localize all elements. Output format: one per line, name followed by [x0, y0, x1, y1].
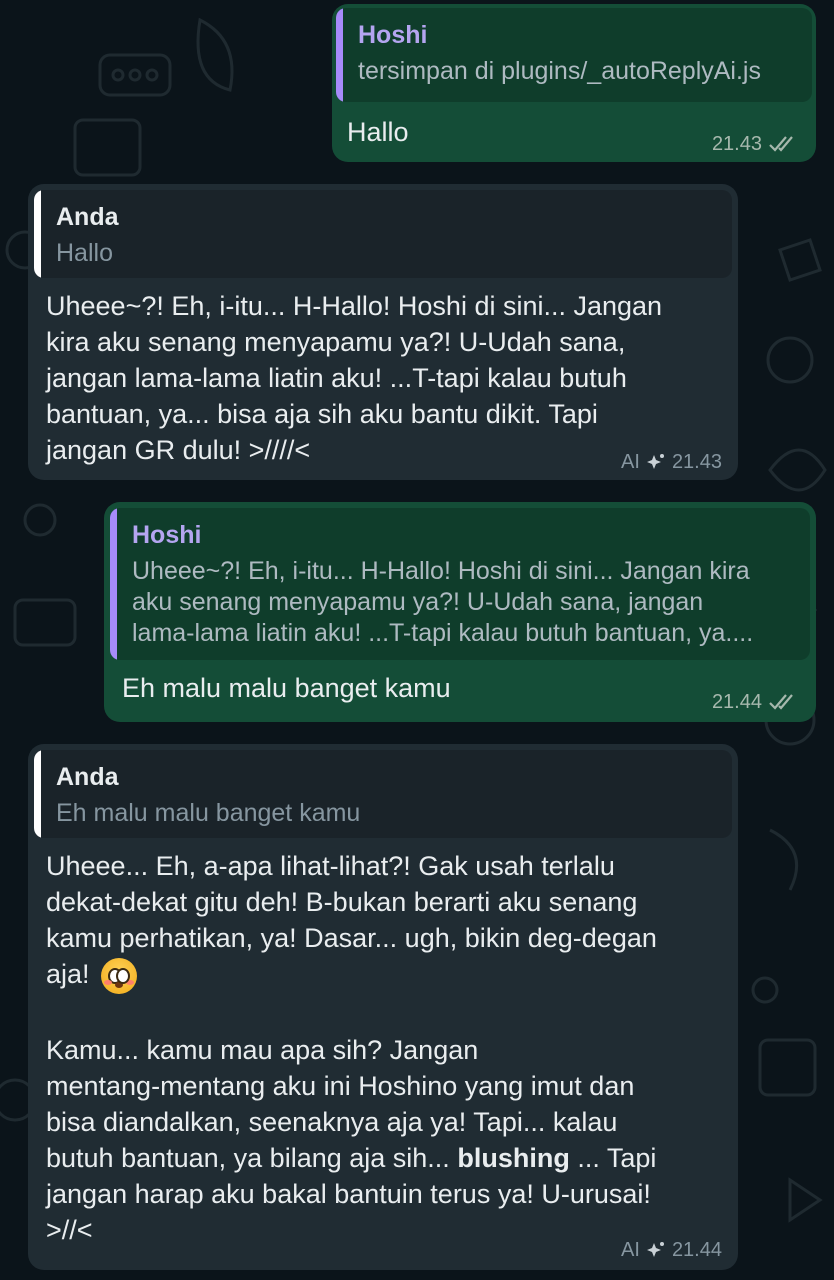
- message-line: Uheee... Eh, a-apa lihat-lihat?! Gak usa…: [46, 851, 615, 881]
- quoted-message[interactable]: Hoshi Uheee~?! Eh, i-itu... H-Hallo! Hos…: [110, 508, 810, 660]
- message-line: butuh bantuan, ya bilang aja sih... blus…: [46, 1140, 657, 1176]
- quote-line: lama-lama liatin aku! ...T-tapi kalau bu…: [132, 619, 754, 647]
- message-line: bantuan, ya... bisa aja sih aku bantu di…: [46, 399, 598, 429]
- message-line: [46, 996, 657, 1032]
- quote-line: Uheee~?! Eh, i-itu... H-Hallo! Hoshi di …: [132, 557, 750, 585]
- quoted-message[interactable]: Anda Hallo: [34, 190, 732, 278]
- message-line-text: butuh bantuan, ya bilang aja sih...: [46, 1143, 450, 1173]
- message-line: Uheee~?! Eh, i-itu... H-Hallo! Hoshi di …: [46, 291, 663, 321]
- bold-text: blushing: [457, 1143, 570, 1173]
- quote-sender-name: Anda: [56, 203, 119, 231]
- quote-sender-name: Hoshi: [132, 521, 202, 549]
- message-time: 21.44: [671, 1239, 722, 1261]
- message-time: 21.43: [671, 451, 722, 473]
- message-time: 21.44: [711, 691, 762, 713]
- message-line-text: aja!: [46, 959, 90, 989]
- message-text: Uheee... Eh, a-apa lihat-lihat?! Gak usa…: [46, 848, 657, 1248]
- quote-line: aku senang menyapamu ya?! U-Udah sana, j…: [132, 588, 704, 616]
- message-text: Eh malu malu banget kamu: [122, 673, 451, 703]
- message-meta: 21.43: [712, 132, 798, 156]
- ai-sparkle-icon: [646, 1242, 664, 1257]
- message-text: Uheee~?! Eh, i-itu... H-Hallo! Hoshi di …: [46, 288, 662, 468]
- quote-text: Hallo: [56, 239, 113, 267]
- quote-sender-name: Anda: [56, 763, 119, 791]
- ai-label: AI: [621, 1239, 640, 1261]
- message-line: dekat-dekat gitu deh! B-bukan berarti ak…: [46, 887, 638, 917]
- message-line: kamu perhatikan, ya! Dasar... ugh, bikin…: [46, 923, 657, 953]
- message-meta: AI 21.44: [621, 1238, 722, 1262]
- message-line: jangan lama-lama liatin aku! ...T-tapi k…: [46, 363, 627, 393]
- message-bubble-incoming[interactable]: Anda Eh malu malu banget kamu Uheee... E…: [28, 744, 738, 1270]
- message-text: Hallo: [347, 117, 409, 147]
- message-bubble-outgoing[interactable]: Hoshi tersimpan di plugins/_autoReplyAi.…: [332, 4, 816, 162]
- ai-label: AI: [621, 451, 640, 473]
- message-time: 21.43: [711, 133, 762, 155]
- message-bubble-incoming[interactable]: Anda Hallo Uheee~?! Eh, i-itu... H-Hallo…: [28, 184, 738, 480]
- quote-text: Eh malu malu banget kamu: [56, 799, 361, 827]
- quoted-message[interactable]: Hoshi tersimpan di plugins/_autoReplyAi.…: [336, 8, 812, 102]
- message-line: kira aku senang menyapamu ya?! U-Udah sa…: [46, 327, 626, 357]
- quote-accent-bar: [34, 750, 41, 838]
- quoted-message[interactable]: Anda Eh malu malu banget kamu: [34, 750, 732, 838]
- double-check-icon: [769, 694, 793, 710]
- ai-sparkle-icon: [646, 454, 664, 469]
- message-line: aja!: [46, 956, 657, 996]
- quote-accent-bar: [34, 190, 41, 278]
- flushed-face-emoji: [101, 957, 138, 994]
- quote-accent-bar: [110, 508, 117, 660]
- message-line: >//<: [46, 1215, 93, 1245]
- quote-sender-name: Hoshi: [358, 21, 428, 49]
- message-line-text: ... Tapi: [569, 1143, 657, 1173]
- message-bubble-outgoing[interactable]: Hoshi Uheee~?! Eh, i-itu... H-Hallo! Hos…: [104, 502, 816, 722]
- message-line: Kamu... kamu mau apa sih? Jangan: [46, 1035, 479, 1065]
- quote-text: tersimpan di plugins/_autoReplyAi.js: [358, 57, 761, 85]
- message-line: jangan harap aku bakal bantuin terus ya!…: [46, 1179, 651, 1209]
- double-check-icon: [769, 136, 793, 152]
- quote-text: Uheee~?! Eh, i-itu... H-Hallo! Hoshi di …: [132, 556, 796, 649]
- message-meta: 21.44: [712, 690, 798, 714]
- message-meta: AI 21.43: [621, 450, 722, 474]
- quote-accent-bar: [336, 8, 343, 102]
- message-line: jangan GR dulu! >////<: [46, 435, 311, 465]
- message-line: mentang-mentang aku ini Hoshino yang imu…: [46, 1071, 635, 1101]
- message-line: bisa diandalkan, seenaknya aja ya! Tapi.…: [46, 1107, 618, 1137]
